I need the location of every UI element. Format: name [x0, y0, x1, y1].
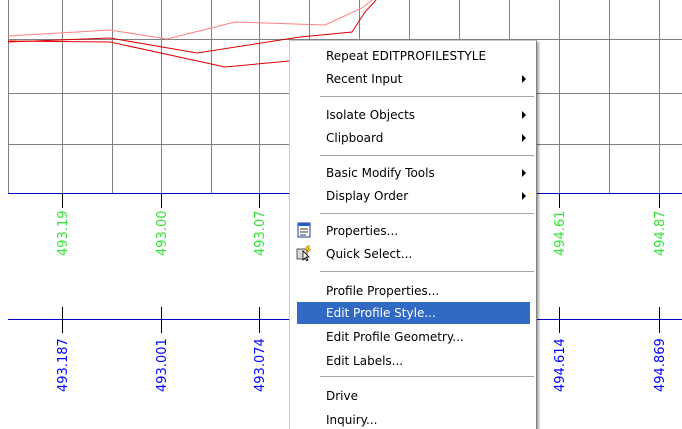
menu-item-drive[interactable]: Drive [290, 385, 536, 407]
menu-item-label: Quick Select... [326, 247, 413, 261]
menu-separator [320, 96, 534, 97]
menu-item-label: Edit Profile Style... [326, 306, 436, 320]
menu-separator [320, 271, 534, 272]
quick-select-icon [296, 245, 312, 261]
submenu-arrow-icon [522, 169, 526, 177]
menu-item-isolate-objects[interactable]: Isolate Objects [290, 104, 536, 126]
menu-item-label: Profile Properties... [326, 284, 440, 298]
menu-item-edit-profile-geometry[interactable]: Edit Profile Geometry... [290, 326, 536, 348]
menu-item-label: Display Order [326, 189, 409, 203]
menu-separator [320, 155, 534, 156]
menu-item-label: Clipboard [326, 131, 384, 145]
submenu-arrow-icon [522, 111, 526, 119]
existing-elev-label: 493.00 [155, 211, 170, 257]
menu-item-label: Isolate Objects [326, 108, 416, 122]
submenu-arrow-icon [522, 192, 526, 200]
menu-item-quick-select[interactable]: Quick Select... [290, 243, 536, 265]
submenu-arrow-icon [522, 75, 526, 83]
menu-item-label: Drive [326, 389, 358, 403]
menu-separator [320, 376, 534, 377]
menu-item-profile-properties[interactable]: Profile Properties... [290, 280, 536, 302]
existing-elev-label: 493.07 [253, 211, 268, 257]
menu-item-edit-profile-style[interactable]: Edit Profile Style... [297, 302, 530, 324]
menu-item-label: Edit Profile Geometry... [326, 330, 464, 344]
properties-icon [297, 222, 311, 238]
context-menu: Repeat EDITPROFILESTYLE Recent Input Iso… [289, 40, 537, 429]
menu-item-edit-labels[interactable]: Edit Labels... [290, 350, 536, 372]
menu-item-clipboard[interactable]: Clipboard [290, 127, 536, 149]
menu-item-label: Properties... [326, 224, 399, 238]
menu-item-recent-input[interactable]: Recent Input [290, 68, 536, 90]
menu-item-label: Edit Labels... [326, 354, 404, 368]
design-elev-label: 493.074 [253, 338, 268, 392]
menu-item-label: Inquiry... [326, 413, 378, 427]
existing-elev-label: 494.87 [653, 211, 668, 257]
menu-item-inquiry[interactable]: Inquiry... [290, 409, 536, 429]
menu-item-properties[interactable]: Properties... [290, 220, 536, 242]
existing-elev-label: 494.61 [553, 211, 568, 257]
menu-item-label: Recent Input [326, 72, 403, 86]
existing-elev-label: 493.19 [56, 211, 71, 257]
menu-item-display-order[interactable]: Display Order [290, 185, 536, 207]
menu-separator [320, 213, 534, 214]
menu-item-label: Basic Modify Tools [326, 166, 435, 180]
menu-item-label: Repeat EDITPROFILESTYLE [326, 49, 487, 63]
menu-item-basic-modify-tools[interactable]: Basic Modify Tools [290, 162, 536, 184]
submenu-arrow-icon [522, 134, 526, 142]
design-elev-label: 493.187 [56, 338, 71, 392]
menu-item-repeat-editprofilestyle[interactable]: Repeat EDITPROFILESTYLE [290, 45, 536, 67]
design-elev-label: 493.001 [155, 338, 170, 392]
design-elev-label: 494.614 [553, 338, 568, 392]
design-elev-label: 494.869 [653, 338, 668, 392]
